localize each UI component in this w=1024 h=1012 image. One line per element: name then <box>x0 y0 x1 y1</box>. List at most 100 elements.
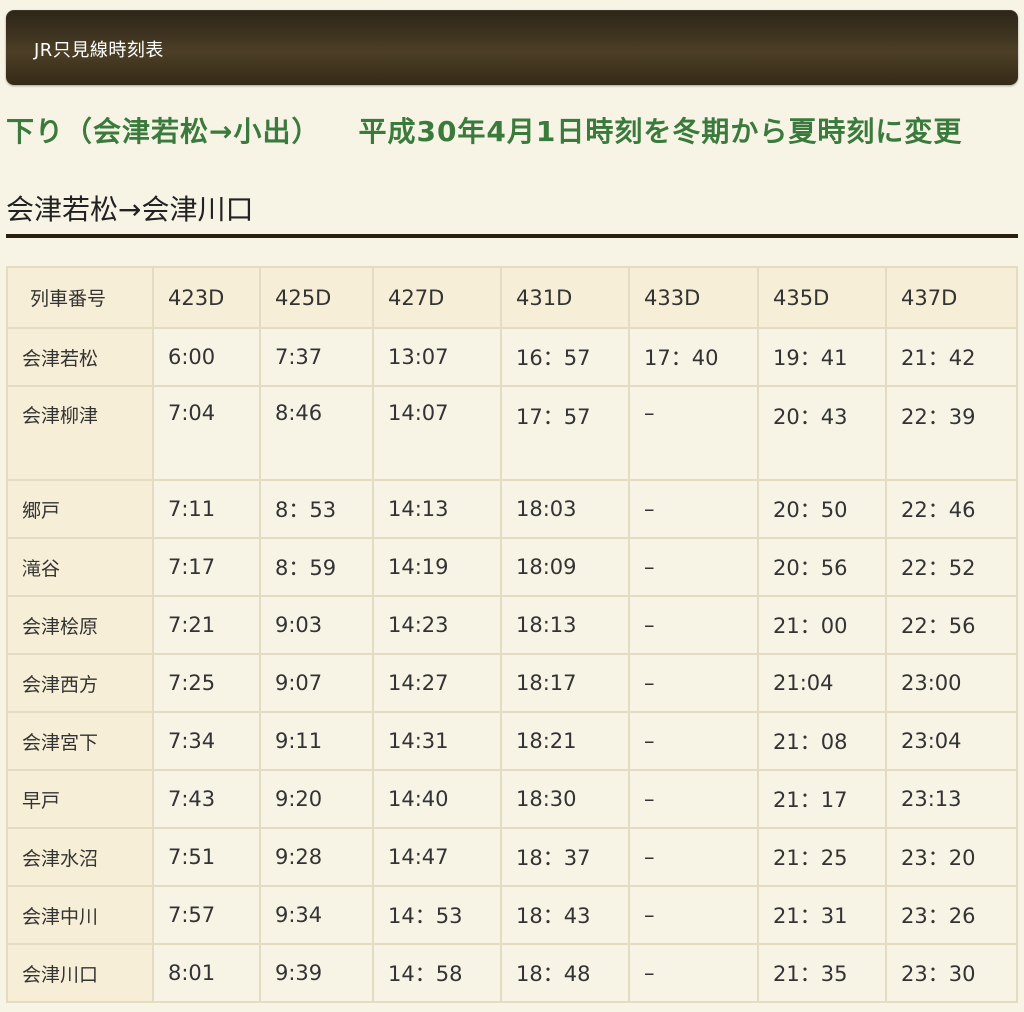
schedule-change-note: 平成30年4月1日時刻を冬期から夏時刻に変更 <box>358 115 963 148</box>
departure-time: 14:40 <box>372 769 502 829</box>
station-name: 会津桧原 <box>6 595 154 655</box>
page: JR只見線時刻表 下り（会津若松→小出） 平成30年4月1日時刻を冬期から夏時刻に… <box>0 0 1024 1012</box>
header-bar: JR只見線時刻表 <box>6 10 1018 85</box>
departure-time: 21：25 <box>757 827 887 887</box>
departure-time: – <box>628 769 759 829</box>
departure-time: 17：57 <box>500 385 630 481</box>
departure-time: 18:09 <box>500 537 630 597</box>
table-row: 会津西方 7:25 9:07 14:27 18:17–21:04 23:00 <box>6 653 1018 713</box>
departure-time: 21：35 <box>757 943 887 1003</box>
departure-time: – <box>628 943 759 1003</box>
section-divider <box>6 234 1018 238</box>
departure-time: 21：17 <box>757 769 887 829</box>
station-name: 早戸 <box>6 769 154 829</box>
departure-time: 22：46 <box>885 479 1018 539</box>
section-heading: 会津若松→会津川口 <box>6 193 254 226</box>
departure-time: 14:23 <box>372 595 502 655</box>
station-name: 滝谷 <box>6 537 154 597</box>
departure-time: 8：59 <box>259 537 374 597</box>
departure-time: 14:47 <box>372 827 502 887</box>
departure-time: – <box>628 711 759 771</box>
departure-time: 14:31 <box>372 711 502 771</box>
departure-time: 22：39 <box>885 385 1018 481</box>
departure-time: 18：48 <box>500 943 630 1003</box>
timetable: 列車番号 423D 425D 427D 431D 433D 435D 437D … <box>6 266 1018 1003</box>
departure-time: 14:19 <box>372 537 502 597</box>
header-title[interactable]: JR只見線時刻表 <box>34 36 164 62</box>
departure-time: 9:07 <box>259 653 374 713</box>
table-row: 滝谷 7:17 8：59 14:19 18:09–20：56 22：52 <box>6 537 1018 597</box>
departure-time: 18：37 <box>500 827 630 887</box>
departure-time: 21:04 <box>757 653 887 713</box>
departure-time: 7:57 <box>152 885 261 945</box>
departure-time: 7:34 <box>152 711 261 771</box>
departure-time: 7:17 <box>152 537 261 597</box>
departure-time: 14:27 <box>372 653 502 713</box>
table-row: 会津柳津 7:04 8:46 14:07 17：57–20：43 22：39 <box>6 385 1018 481</box>
departure-time: 21：31 <box>757 885 887 945</box>
departure-time: 19：41 <box>757 327 887 387</box>
train-number: 435D <box>757 266 887 329</box>
departure-time: 20：43 <box>757 385 887 481</box>
departure-time: 9:39 <box>259 943 374 1003</box>
departure-time: – <box>628 885 759 945</box>
departure-time: 9:11 <box>259 711 374 771</box>
table-row: 郷戸 7:11 8：53 14:13 18:03–20：50 22：46 <box>6 479 1018 539</box>
station-name: 郷戸 <box>6 479 154 539</box>
departure-time: 9:34 <box>259 885 374 945</box>
departure-time: 6:00 <box>152 327 261 387</box>
departure-time: – <box>628 537 759 597</box>
departure-time: 18:03 <box>500 479 630 539</box>
departure-time: 8:46 <box>259 385 374 481</box>
departure-time: 23:13 <box>885 769 1018 829</box>
departure-time: 7:11 <box>152 479 261 539</box>
departure-time: 17：40 <box>628 327 759 387</box>
train-number-header: 列車番号 <box>6 266 154 329</box>
departure-time: – <box>628 595 759 655</box>
departure-time: 18:21 <box>500 711 630 771</box>
departure-time: – <box>628 479 759 539</box>
departure-time: 18：43 <box>500 885 630 945</box>
train-number: 425D <box>259 266 374 329</box>
departure-time: 7:25 <box>152 653 261 713</box>
train-number: 437D <box>885 266 1018 329</box>
departure-time: – <box>628 385 759 481</box>
departure-time: 7:04 <box>152 385 261 481</box>
departure-time: 9:20 <box>259 769 374 829</box>
departure-time: 7:43 <box>152 769 261 829</box>
departure-time: 23：26 <box>885 885 1018 945</box>
departure-time: 20：50 <box>757 479 887 539</box>
departure-time: 7:51 <box>152 827 261 887</box>
table-row: 会津若松 6:00 7:37 13:07 16：57 17：40 19：41 21：42 <box>6 327 1018 387</box>
table-row: 会津川口 8:01 9:39 14：58 18：48–21：35 23：30 <box>6 943 1018 1003</box>
departure-time: 14：58 <box>372 943 502 1003</box>
station-name: 会津柳津 <box>6 385 154 481</box>
train-number: 423D <box>152 266 261 329</box>
departure-time: 23:00 <box>885 653 1018 713</box>
departure-time: 9:03 <box>259 595 374 655</box>
departure-time: 8:01 <box>152 943 261 1003</box>
departure-time: 16：57 <box>500 327 630 387</box>
timetable-body: 会津若松 6:00 7:37 13:07 16：57 17：40 19：41 21：42 会津柳… <box>6 327 1018 1003</box>
departure-time: 14：53 <box>372 885 502 945</box>
departure-time: 18:13 <box>500 595 630 655</box>
station-name: 会津若松 <box>6 327 154 387</box>
departure-time: 21：08 <box>757 711 887 771</box>
station-name: 会津宮下 <box>6 711 154 771</box>
train-number: 433D <box>628 266 759 329</box>
departure-time: 7:21 <box>152 595 261 655</box>
departure-time: 7:37 <box>259 327 374 387</box>
train-number: 431D <box>500 266 630 329</box>
table-row: 会津桧原 7:21 9:03 14:23 18:13–21：00 22：56 <box>6 595 1018 655</box>
departure-time: 20：56 <box>757 537 887 597</box>
departure-time: 14:07 <box>372 385 502 481</box>
timetable-header-row: 列車番号 423D 425D 427D 431D 433D 435D 437D <box>6 266 1018 329</box>
departure-time: – <box>628 653 759 713</box>
departure-time: 13:07 <box>372 327 502 387</box>
departure-time: 23：20 <box>885 827 1018 887</box>
train-number: 427D <box>372 266 502 329</box>
table-row: 会津水沼 7:51 9:28 14:47 18：37–21：25 23：20 <box>6 827 1018 887</box>
departure-time: 21：42 <box>885 327 1018 387</box>
departure-time: 18:17 <box>500 653 630 713</box>
table-row: 早戸 7:43 9:20 14:40 18:30–21：17 23:13 <box>6 769 1018 829</box>
